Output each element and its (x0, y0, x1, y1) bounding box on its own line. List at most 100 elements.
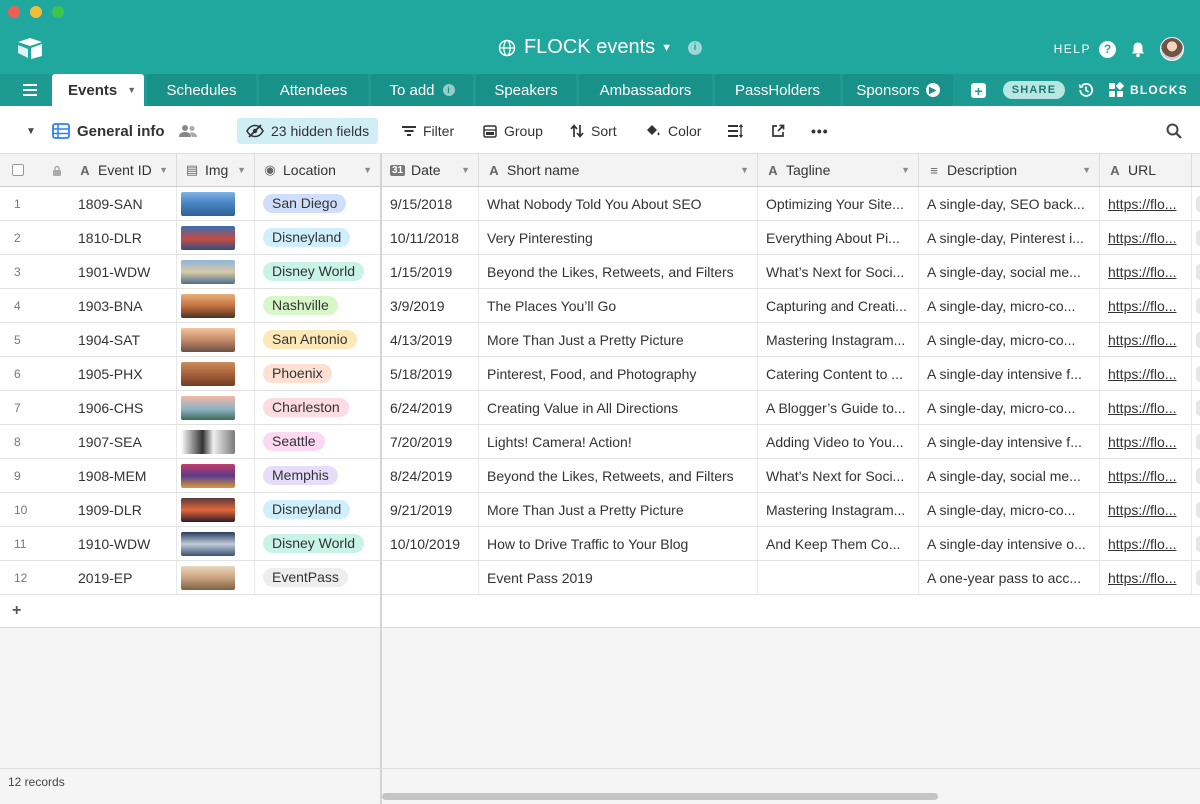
cell-tagline[interactable]: Adding Video to You... (758, 425, 919, 458)
cell-url-text[interactable]: https://flo... (1108, 298, 1191, 314)
attachment-thumbnail[interactable] (181, 191, 235, 216)
tab-chevron-down-icon[interactable]: ▼ (127, 85, 136, 95)
view-switcher[interactable]: General info (52, 118, 198, 144)
cell-tagline[interactable]: Optimizing Your Site... (758, 187, 919, 220)
table-row[interactable]: 4 1903-BNA Nashville 3/9/2019 The Places You… (0, 289, 1200, 323)
filter-button[interactable]: Filter (402, 118, 454, 144)
cell-img[interactable] (177, 493, 255, 526)
attachment-thumbnail[interactable] (181, 361, 235, 386)
cell-img[interactable] (177, 255, 255, 288)
cell-short-name[interactable]: Very Pinteresting (479, 221, 758, 254)
cell-img[interactable] (177, 527, 255, 560)
cell-location[interactable]: Disney World (255, 527, 380, 560)
cell-tagline[interactable] (758, 561, 919, 594)
cell-url[interactable]: https://flo... (1100, 425, 1192, 458)
cell-description[interactable]: A single-day intensive o... (919, 527, 1100, 560)
table-row[interactable]: 5 1904-SAT San Antonio 4/13/2019 More Than J… (0, 323, 1200, 357)
cell-description[interactable]: A single-day, micro-co... (919, 391, 1100, 424)
cell-url[interactable]: https://flo... (1100, 323, 1192, 356)
cell-short-name[interactable]: Lights! Camera! Action! (479, 425, 758, 458)
cell-location[interactable]: Seattle (255, 425, 380, 458)
cell-url-text[interactable]: https://flo... (1108, 230, 1191, 246)
cell-img[interactable] (177, 425, 255, 458)
column-header-short-name[interactable]: A Short name ▼ (479, 154, 758, 186)
table-row[interactable]: 11 1910-WDW Disney World 10/10/2019 How to D… (0, 527, 1200, 561)
tab-speakers[interactable]: Speakers (476, 74, 576, 106)
row-expand-handle[interactable] (1196, 264, 1200, 280)
cell-date[interactable] (382, 561, 479, 594)
attachment-thumbnail[interactable] (181, 395, 235, 420)
column-menu-chevron-icon[interactable]: ▼ (740, 165, 749, 175)
cell-description[interactable]: A single-day, Pinterest i... (919, 221, 1100, 254)
cell-tagline[interactable]: Capturing and Creati... (758, 289, 919, 322)
table-row[interactable]: 2 1810-DLR Disneyland 10/11/2018 Very Pinter… (0, 221, 1200, 255)
cell-event-id[interactable]: 1906-CHS (70, 391, 177, 424)
cell-short-name[interactable]: How to Drive Traffic to Your Blog (479, 527, 758, 560)
attachment-thumbnail[interactable] (181, 327, 235, 352)
attachment-thumbnail[interactable] (181, 429, 235, 454)
cell-date[interactable]: 1/15/2019 (382, 255, 479, 288)
cell-location[interactable]: Disneyland (255, 493, 380, 526)
group-button[interactable]: Group (483, 118, 543, 144)
share-view-button[interactable] (771, 118, 785, 144)
cell-event-id[interactable]: 1907-SEA (70, 425, 177, 458)
cell-short-name[interactable]: What Nobody Told You About SEO (479, 187, 758, 220)
cell-url-text[interactable]: https://flo... (1108, 502, 1191, 518)
cell-date[interactable]: 9/21/2019 (382, 493, 479, 526)
cell-short-name[interactable]: Beyond the Likes, Retweets, and Filters (479, 255, 758, 288)
cell-url[interactable]: https://flo... (1100, 357, 1192, 390)
cell-tagline[interactable]: What’s Next for Soci... (758, 459, 919, 492)
cell-img[interactable] (177, 391, 255, 424)
cell-url-text[interactable]: https://flo... (1108, 332, 1191, 348)
cell-date[interactable]: 10/11/2018 (382, 221, 479, 254)
cell-event-id[interactable]: 1901-WDW (70, 255, 177, 288)
column-menu-chevron-icon[interactable]: ▼ (237, 165, 246, 175)
cell-description[interactable]: A single-day, SEO back... (919, 187, 1100, 220)
tab-passholders[interactable]: PassHolders (715, 74, 840, 106)
attachment-thumbnail[interactable] (181, 531, 235, 556)
row-expand-handle[interactable] (1196, 434, 1200, 450)
hidden-fields-button[interactable]: 23 hidden fields (237, 118, 379, 144)
cell-url[interactable]: https://flo... (1100, 255, 1192, 288)
cell-tagline[interactable]: What’s Next for Soci... (758, 255, 919, 288)
column-menu-chevron-icon[interactable]: ▼ (363, 165, 372, 175)
cell-short-name[interactable]: The Places You’ll Go (479, 289, 758, 322)
cell-location[interactable]: Nashville (255, 289, 380, 322)
cell-img[interactable] (177, 357, 255, 390)
cell-url[interactable]: https://flo... (1100, 561, 1192, 594)
base-name[interactable]: FLOCK events (524, 36, 655, 59)
attachment-thumbnail[interactable] (181, 293, 235, 318)
cell-description[interactable]: A single-day, micro-co... (919, 323, 1100, 356)
cell-description[interactable]: A single-day, micro-co... (919, 289, 1100, 322)
cell-tagline[interactable]: A Blogger’s Guide to... (758, 391, 919, 424)
cell-location[interactable]: Memphis (255, 459, 380, 492)
cell-url[interactable]: https://flo... (1100, 391, 1192, 424)
window-minimize-button[interactable] (30, 6, 42, 18)
window-maximize-button[interactable] (52, 6, 64, 18)
cell-location[interactable]: EventPass (255, 561, 380, 594)
cell-img[interactable] (177, 187, 255, 220)
cell-tagline[interactable]: And Keep Them Co... (758, 527, 919, 560)
row-expand-handle[interactable] (1196, 230, 1200, 246)
base-menu-chevron-down-icon[interactable]: ▼ (661, 42, 672, 54)
airtable-logo-icon[interactable] (16, 36, 44, 60)
attachment-thumbnail[interactable] (181, 497, 235, 522)
cell-location[interactable]: San Diego (255, 187, 380, 220)
cell-event-id[interactable]: 2019-EP (70, 561, 177, 594)
hamburger-menu-icon[interactable] (23, 84, 37, 96)
cell-url-text[interactable]: https://flo... (1108, 536, 1191, 552)
cell-description[interactable]: A single-day, micro-co... (919, 493, 1100, 526)
cell-location[interactable]: San Antonio (255, 323, 380, 356)
cell-url-text[interactable]: https://flo... (1108, 434, 1191, 450)
cell-description[interactable]: A single-day, social me... (919, 459, 1100, 492)
column-header-event-id[interactable]: A Event ID ▼ (70, 154, 177, 186)
cell-url[interactable]: https://flo... (1100, 459, 1192, 492)
cell-event-id[interactable]: 1909-DLR (70, 493, 177, 526)
color-button[interactable]: Color (645, 118, 701, 144)
tab-events[interactable]: Events ▼ (52, 74, 144, 106)
cell-event-id[interactable]: 1905-PHX (70, 357, 177, 390)
cell-url-text[interactable]: https://flo... (1108, 468, 1191, 484)
tab-schedules[interactable]: Schedules (147, 74, 256, 106)
cell-short-name[interactable]: Creating Value in All Directions (479, 391, 758, 424)
cell-date[interactable]: 9/15/2018 (382, 187, 479, 220)
